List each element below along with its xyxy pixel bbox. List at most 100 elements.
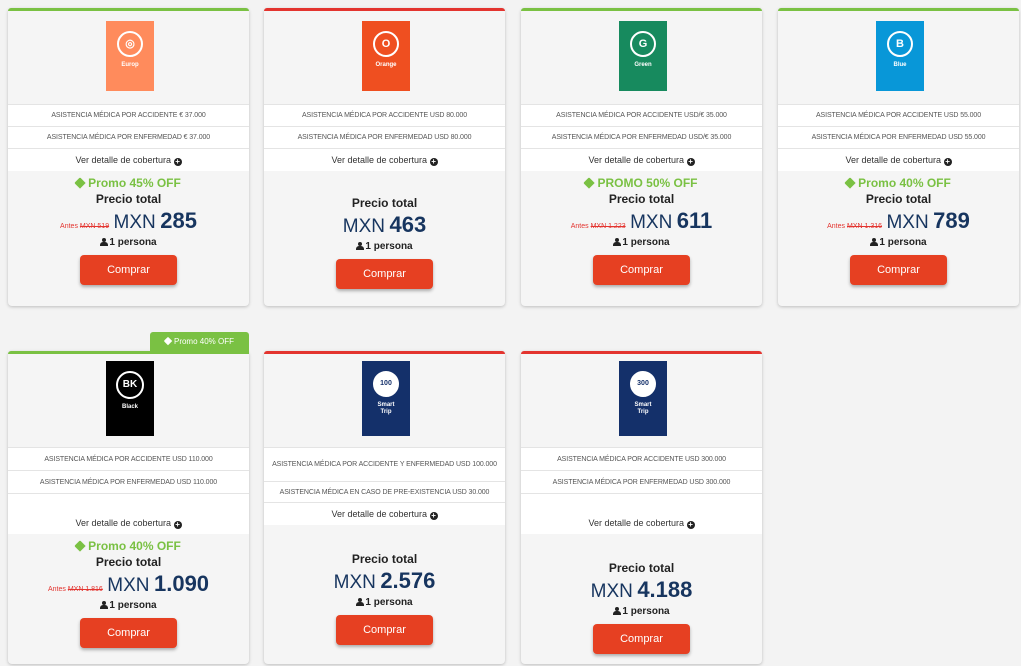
benefit-item: ASISTENCIA MÉDICA EN CASO DE PRE-EXISTEN… xyxy=(264,481,505,502)
old-price: MXN 1.816 xyxy=(67,586,103,593)
plus-circle-icon: + xyxy=(686,520,695,529)
coverage-detail-label: Ver detalle de cobertura xyxy=(75,155,172,165)
coverage-detail-label: Ver detalle de cobertura xyxy=(845,155,942,165)
price-amount: 789 xyxy=(933,208,970,233)
previous-price: Antes MXN 1.816 xyxy=(48,586,103,593)
previous-price: Antes MXN 1.316 xyxy=(827,223,882,230)
buy-button[interactable]: Comprar xyxy=(80,618,177,648)
antes-label: Antes xyxy=(827,223,846,230)
currency: MXN xyxy=(113,212,156,233)
coverage-detail-label: Ver detalle de cobertura xyxy=(75,518,172,528)
coverage-detail-link[interactable]: Ver detalle de cobertura + xyxy=(264,502,505,525)
persons-count: 1 persona xyxy=(8,235,249,251)
total-price-label: Precio total xyxy=(351,196,418,210)
benefit-list: ASISTENCIA MÉDICA POR ACCIDENTE € 37.000… xyxy=(8,104,249,148)
benefit-list: ASISTENCIA MÉDICA POR ACCIDENTE USD 80.0… xyxy=(264,104,505,148)
card-header: BK Black xyxy=(8,351,249,447)
plan-logo-green: G Green xyxy=(619,21,667,91)
antes-label: Antes xyxy=(60,223,78,230)
plus-circle-icon: + xyxy=(173,520,182,529)
coverage-detail-link[interactable]: Ver detalle de cobertura + xyxy=(521,512,762,534)
total-price-label: Precio total xyxy=(865,192,932,206)
total-price-label: Precio total xyxy=(351,552,418,566)
buy-button[interactable]: Comprar xyxy=(850,255,947,285)
price-area: Promo 40% OFF Precio total Antes MXN 1.3… xyxy=(778,171,1019,285)
antes-label: Antes xyxy=(570,223,589,230)
benefit-list: ASISTENCIA MÉDICA POR ACCIDENTE USD/€ 35… xyxy=(521,104,762,148)
price-amount: 4.188 xyxy=(637,577,693,602)
promo-label: Promo 45% OFF xyxy=(8,175,249,191)
plan-logo-name: Orange xyxy=(375,62,397,68)
price-amount: 2.576 xyxy=(380,568,436,593)
coverage-detail-link[interactable]: Ver detalle de cobertura + xyxy=(264,148,505,171)
plan-logo-name: Europ xyxy=(121,62,139,68)
promo-label: Promo 40% OFF xyxy=(778,175,1019,191)
plan-logo-smart-trip-100: 100 Smart Trip xyxy=(362,361,410,436)
plan-logo-letter: BK xyxy=(116,371,144,399)
price-amount: 463 xyxy=(389,212,427,237)
buy-button[interactable]: Comprar xyxy=(593,624,690,654)
promo-label: Promo 40% OFF xyxy=(8,538,249,554)
coverage-detail-link[interactable]: Ver detalle de cobertura + xyxy=(778,148,1019,171)
price-row: Antes MXN 1.223 MXN 611 xyxy=(521,207,762,235)
persons-count: 1 persona xyxy=(264,595,505,611)
benefit-item: ASISTENCIA MÉDICA POR ACCIDENTE € 37.000 xyxy=(8,104,249,126)
ribbon-text: Promo 40% OFF xyxy=(173,337,234,346)
total-price-label: Precio total xyxy=(95,555,162,569)
plus-circle-icon: + xyxy=(429,157,438,166)
card-header: ◎ Europ xyxy=(8,8,249,104)
coverage-detail-label: Ver detalle de cobertura xyxy=(331,509,428,519)
price-area: Precio total MXN 2.576 1 persona Comprar xyxy=(264,525,505,645)
tag-icon xyxy=(844,177,856,189)
benefit-item: ASISTENCIA MÉDICA POR ENFERMEDAD USD 110… xyxy=(8,470,249,493)
benefit-spacer xyxy=(521,493,762,512)
buy-button[interactable]: Comprar xyxy=(336,615,433,645)
person-icon xyxy=(100,601,109,609)
plan-logo-name: Blue xyxy=(893,62,907,68)
coverage-detail-link[interactable]: Ver detalle de cobertura + xyxy=(521,148,762,171)
person-icon xyxy=(613,238,622,246)
persons-text: 1 persona xyxy=(622,237,670,248)
coverage-detail-label: Ver detalle de cobertura xyxy=(588,155,685,165)
currency: MXN xyxy=(107,575,150,596)
price-amount: 611 xyxy=(676,208,713,233)
coverage-detail-link[interactable]: Ver detalle de cobertura + xyxy=(8,148,249,171)
persons-text: 1 persona xyxy=(109,600,157,611)
plan-logo-europ: ◎ Europ xyxy=(106,21,154,91)
plan-logo-letter: G xyxy=(630,31,656,57)
benefit-list: ASISTENCIA MÉDICA POR ACCIDENTE USD 55.0… xyxy=(778,104,1019,148)
persons-text: 1 persona xyxy=(365,597,413,608)
buy-button[interactable]: Comprar xyxy=(80,255,177,285)
benefit-item: ASISTENCIA MÉDICA POR ENFERMEDAD USD/€ 3… xyxy=(521,126,762,148)
person-icon xyxy=(613,607,622,615)
tag-icon xyxy=(74,177,86,189)
buy-button[interactable]: Comprar xyxy=(593,255,690,285)
benefit-item: ASISTENCIA MÉDICA POR ACCIDENTE USD 110.… xyxy=(8,447,249,470)
plan-logo-name: Black xyxy=(121,404,138,410)
total-price-label: Precio total xyxy=(95,192,162,206)
price-row: Antes MXN 1.816 MXN 1.090 xyxy=(8,570,249,598)
promo-text: Promo 40% OFF xyxy=(858,176,951,190)
buy-button[interactable]: Comprar xyxy=(336,259,433,289)
persons-text: 1 persona xyxy=(109,237,157,248)
plan-logo-name: Green xyxy=(634,62,652,68)
benefit-item: ASISTENCIA MÉDICA POR ENFERMEDAD USD 55.… xyxy=(778,126,1019,148)
person-icon xyxy=(356,242,365,250)
persons-count: 1 persona xyxy=(521,604,762,620)
price-row: MXN 2.576 xyxy=(264,567,505,595)
plan-logo-number: 300 xyxy=(630,371,656,397)
benefit-item: ASISTENCIA MÉDICA POR ENFERMEDAD € 37.00… xyxy=(8,126,249,148)
card-header: O Orange xyxy=(264,8,505,104)
persons-count: 1 persona xyxy=(264,239,505,255)
plus-circle-icon: + xyxy=(686,157,695,166)
price-area: Precio total MXN 4.188 1 persona Comprar xyxy=(521,534,762,654)
currency: MXN xyxy=(630,212,673,233)
coverage-detail-link[interactable]: Ver detalle de cobertura + xyxy=(8,512,249,534)
previous-price: Antes MXN 519 xyxy=(60,223,109,230)
benefit-item: ASISTENCIA MÉDICA POR ACCIDENTE USD 80.0… xyxy=(264,104,505,126)
plan-card-orange: O Orange ASISTENCIA MÉDICA POR ACCIDENTE… xyxy=(264,8,505,306)
plan-card-smart-trip-300: 300 Smart Trip ASISTENCIA MÉDICA POR ACC… xyxy=(521,351,762,664)
price-area: Precio total MXN 463 1 persona Comprar xyxy=(264,171,505,289)
persons-count: 1 persona xyxy=(778,235,1019,251)
promo-ribbon: Promo 40% OFF xyxy=(150,332,249,351)
